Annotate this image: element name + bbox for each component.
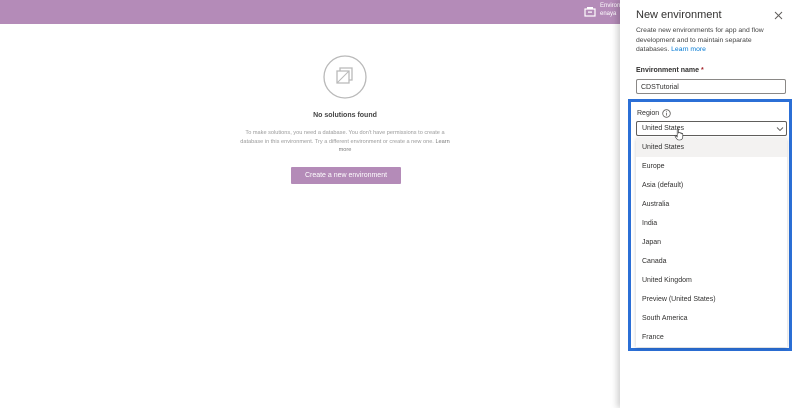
create-environment-button[interactable]: Create a new environment xyxy=(291,167,401,184)
environment-name-input[interactable]: CDSTutorial xyxy=(636,79,786,94)
panel-description: Create new environments for app and flow… xyxy=(636,26,786,55)
empty-solutions-icon xyxy=(323,55,367,99)
region-option-australia[interactable]: Australia xyxy=(636,195,787,214)
environment-picker[interactable]: Environ enaya xyxy=(600,2,620,18)
empty-state-description: To make solutions, you need a database. … xyxy=(238,129,452,155)
region-option-india[interactable]: India xyxy=(636,214,787,233)
main-content: No solutions found To make solutions, yo… xyxy=(0,24,620,408)
region-option-asia[interactable]: Asia (default) xyxy=(636,176,787,195)
environment-user: enaya xyxy=(600,11,617,17)
region-option-south-america[interactable]: South America xyxy=(636,309,787,328)
region-option-canada[interactable]: Canada xyxy=(636,252,787,271)
empty-state-title: No solutions found xyxy=(313,112,377,119)
info-icon[interactable] xyxy=(662,109,671,118)
region-label: Region xyxy=(637,110,660,117)
environment-label: Environ xyxy=(600,3,621,9)
environment-name-label: Environment name * xyxy=(636,67,704,74)
region-option-france[interactable]: France xyxy=(636,328,787,347)
region-dropdown-list: United States Europe Asia (default) Aust… xyxy=(636,138,787,347)
empty-state-text: To make solutions, you need a database. … xyxy=(240,130,445,145)
panel-title: New environment xyxy=(636,9,722,21)
close-icon[interactable] xyxy=(774,11,783,20)
panel-learn-more-link[interactable]: Learn more xyxy=(671,46,706,53)
region-select[interactable]: United States xyxy=(636,121,787,136)
environment-name-label-text: Environment name xyxy=(636,67,700,74)
region-option-united-states[interactable]: United States xyxy=(636,138,787,157)
required-mark: * xyxy=(700,67,704,74)
hand-cursor-icon xyxy=(674,128,684,141)
region-option-preview-united-states[interactable]: Preview (United States) xyxy=(636,290,787,309)
region-option-japan[interactable]: Japan xyxy=(636,233,787,252)
region-option-united-kingdom[interactable]: United Kingdom xyxy=(636,271,787,290)
chevron-down-icon xyxy=(776,127,784,132)
environment-icon[interactable] xyxy=(584,6,596,18)
region-option-europe[interactable]: Europe xyxy=(636,157,787,176)
